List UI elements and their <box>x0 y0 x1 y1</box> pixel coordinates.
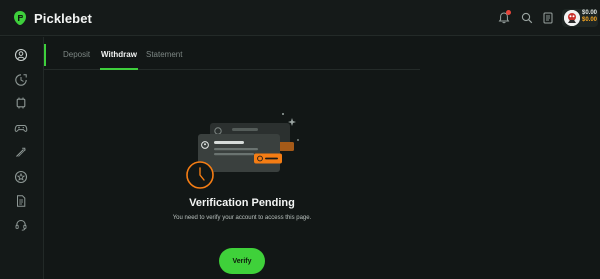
top-header: Picklebet $0.00 $0.00 <box>0 0 600 36</box>
balances: $0.00 $0.00 <box>582 10 597 24</box>
avatar-image-icon <box>564 10 580 26</box>
sidebar <box>0 37 44 279</box>
wallet-tabs: Deposit Withdraw Statement <box>44 44 420 70</box>
betslip-icon[interactable] <box>541 11 555 25</box>
verification-pending-illustration-icon <box>186 113 299 189</box>
picklebet-logo-icon <box>14 11 26 25</box>
verification-title: Verification Pending <box>189 197 295 209</box>
active-tab-underline <box>100 68 138 70</box>
bonus-balance: $0.00 <box>582 17 598 23</box>
tab-withdraw[interactable]: Withdraw <box>101 50 137 59</box>
verification-message: You need to verify your account to acces… <box>172 215 312 221</box>
notification-badge <box>506 10 511 15</box>
racing-icon[interactable] <box>14 145 28 159</box>
promotions-icon[interactable] <box>14 170 28 184</box>
avatar[interactable] <box>564 10 580 26</box>
active-section-indicator <box>44 44 46 66</box>
esports-icon[interactable] <box>14 96 28 110</box>
betslip-history-icon[interactable] <box>14 194 28 208</box>
live-icon[interactable] <box>14 73 28 87</box>
account-icon[interactable] <box>14 48 28 62</box>
tab-deposit[interactable]: Deposit <box>63 50 90 59</box>
cash-balance: $0.00 <box>582 10 598 16</box>
verify-button[interactable]: Verify <box>219 248 265 274</box>
brand[interactable]: Picklebet <box>12 9 92 27</box>
brand-name: Picklebet <box>34 10 92 26</box>
gamepad-icon[interactable] <box>14 121 28 135</box>
support-icon[interactable] <box>14 218 28 232</box>
tab-statement[interactable]: Statement <box>146 50 182 59</box>
search-icon[interactable] <box>520 11 534 25</box>
